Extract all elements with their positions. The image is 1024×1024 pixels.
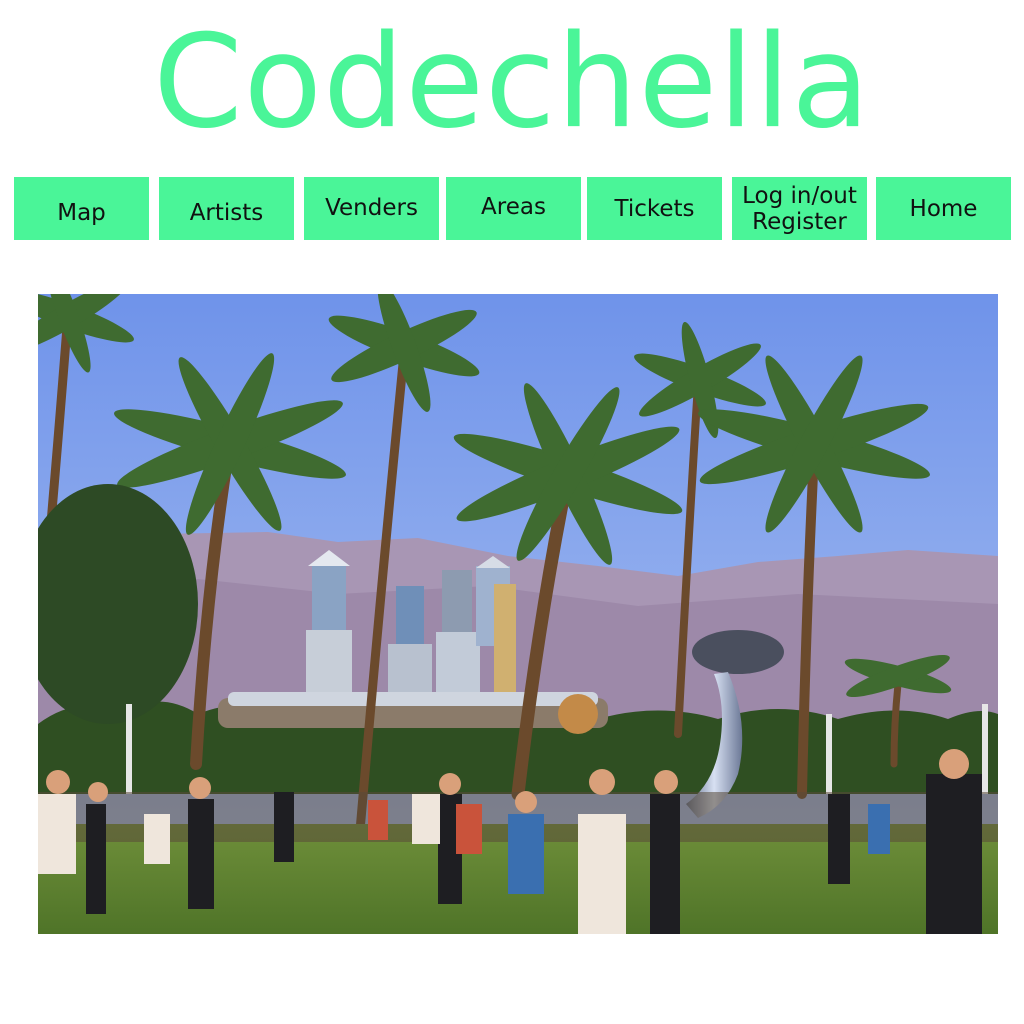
nav-map-button[interactable]: Map — [14, 177, 149, 240]
nav-login-register-button[interactable]: Log in/out Register — [732, 177, 867, 240]
festival-photo-illustration — [38, 294, 998, 934]
site-title: Codechella — [153, 8, 871, 157]
nav-tickets-label: Tickets — [614, 195, 695, 222]
nav-areas-label: Areas — [481, 193, 546, 220]
nav-venders-label: Venders — [325, 194, 418, 221]
nav-map-label: Map — [57, 199, 106, 226]
nav-home-button[interactable]: Home — [876, 177, 1011, 240]
nav-login-label: Log in/out — [742, 182, 857, 209]
hero-image — [38, 294, 998, 934]
nav-venders-button[interactable]: Venders — [304, 177, 439, 240]
nav-areas-button[interactable]: Areas — [446, 177, 581, 240]
nav-register-label: Register — [752, 208, 847, 235]
nav-artists-label: Artists — [189, 199, 264, 226]
nav-home-label: Home — [909, 195, 978, 222]
nav-artists-button[interactable]: Artists — [159, 177, 294, 240]
nav-tickets-button[interactable]: Tickets — [587, 177, 722, 240]
